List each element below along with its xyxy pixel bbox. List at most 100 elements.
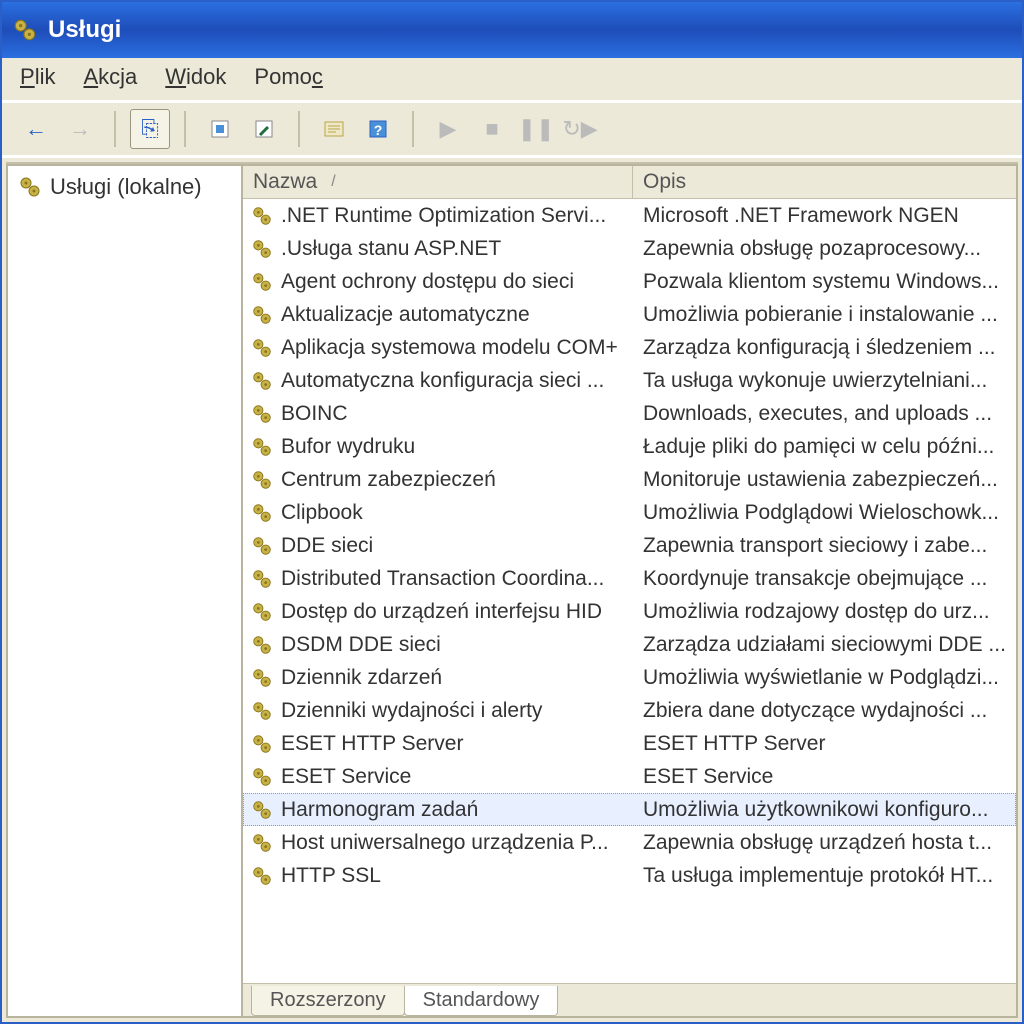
service-name: Aplikacja systemowa modelu COM+ — [281, 336, 618, 360]
gears-icon — [251, 502, 273, 524]
gears-icon — [251, 238, 273, 260]
back-button[interactable]: ← — [16, 109, 56, 149]
service-row[interactable]: Aktualizacje automatyczneUmożliwia pobie… — [243, 298, 1016, 331]
forward-button[interactable]: → — [60, 109, 100, 149]
restart-button[interactable]: ↻▶ — [560, 109, 600, 149]
gears-icon — [251, 700, 273, 722]
service-row[interactable]: Dziennik zdarzeń Umożliwia wyświetlanie w… — [243, 661, 1016, 694]
gears-icon — [251, 535, 273, 557]
properties-button[interactable] — [314, 109, 354, 149]
start-button[interactable]: ▶ — [428, 109, 468, 149]
gears-icon — [251, 766, 273, 788]
service-desc: Zarządza konfiguracją i śledzeniem ... — [633, 336, 1016, 360]
tree-root-item[interactable]: Usługi (lokalne) — [14, 172, 235, 202]
stop-button[interactable]: ■ — [472, 109, 512, 149]
service-row[interactable]: Agent ochrony dostępu do sieciPozwala kl… — [243, 265, 1016, 298]
service-list[interactable]: .NET Runtime Optimization Servi... Micros… — [243, 199, 1016, 983]
gears-icon — [251, 667, 273, 689]
gears-icon — [251, 436, 273, 458]
gears-icon — [251, 403, 273, 425]
service-name: Harmonogram zadań — [281, 798, 478, 822]
service-row[interactable]: Automatyczna konfiguracja sieci ...Ta us… — [243, 364, 1016, 397]
service-name: Automatyczna konfiguracja sieci ... — [281, 369, 604, 393]
service-row[interactable]: Harmonogram zadańUmożliwia użytkownikowi… — [243, 793, 1016, 826]
service-name: ESET HTTP Server — [281, 732, 463, 756]
window-title: Usługi — [48, 16, 121, 44]
menu-view[interactable]: Widok — [165, 64, 226, 90]
service-name: HTTP SSL — [281, 864, 381, 888]
service-row[interactable]: Host uniwersalnego urządzenia P...Zapewn… — [243, 826, 1016, 859]
service-name: Distributed Transaction Coordina... — [281, 567, 604, 591]
service-desc: Ładuje pliki do pamięci w celu późni... — [633, 435, 1016, 459]
service-row[interactable]: ClipbookUmożliwia Podglądowi Wieloschowk… — [243, 496, 1016, 529]
service-name: Clipbook — [281, 501, 363, 525]
tab-standard[interactable]: Standardowy — [404, 986, 559, 1016]
service-name: Host uniwersalnego urządzenia P... — [281, 831, 609, 855]
gears-icon — [18, 175, 42, 199]
service-row[interactable]: ESET HTTP ServerESET HTTP Server — [243, 727, 1016, 760]
service-desc: Monitoruje ustawienia zabezpieczeń... — [633, 468, 1016, 492]
toolbar: ← → ⎘ ? ▶ ■ ❚❚ ↻▶ — [2, 103, 1022, 158]
gears-icon — [251, 469, 273, 491]
service-name: .Usługa stanu ASP.NET — [281, 237, 501, 261]
service-desc: Microsoft .NET Framework NGEN — [633, 204, 1016, 228]
service-row[interactable]: DSDM DDE sieci Zarządza udziałami sieciow… — [243, 628, 1016, 661]
up-button[interactable]: ⎘ — [130, 109, 170, 149]
tree-root-label: Usługi (lokalne) — [50, 174, 202, 200]
tab-extended[interactable]: Rozszerzony — [251, 986, 405, 1016]
pause-button[interactable]: ❚❚ — [516, 109, 556, 149]
titlebar[interactable]: Usługi — [2, 2, 1022, 58]
app-icon — [12, 17, 38, 43]
service-row[interactable]: Dostęp do urządzeń interfejsu HIDUmożliw… — [243, 595, 1016, 628]
service-row[interactable]: .NET Runtime Optimization Servi... Micros… — [243, 199, 1016, 232]
service-row[interactable]: BOINCDownloads, executes, and uploads ..… — [243, 397, 1016, 430]
service-row[interactable]: Dzienniki wydajności i alertyZbiera dane… — [243, 694, 1016, 727]
gears-icon — [251, 865, 273, 887]
gears-icon — [251, 799, 273, 821]
gears-icon — [251, 634, 273, 656]
gears-icon — [251, 601, 273, 623]
menu-help[interactable]: Pomoc — [254, 64, 322, 90]
service-name: .NET Runtime Optimization Servi... — [281, 204, 606, 228]
service-name: Dziennik zdarzeń — [281, 666, 442, 690]
service-row[interactable]: Distributed Transaction Coordina... Koord… — [243, 562, 1016, 595]
gears-icon — [251, 205, 273, 227]
service-row[interactable]: Bufor wydruku Ładuje pliki do pamięci w c… — [243, 430, 1016, 463]
service-name: Dostęp do urządzeń interfejsu HID — [281, 600, 602, 624]
gears-icon — [251, 271, 273, 293]
gears-icon — [251, 568, 273, 590]
service-desc: Koordynuje transakcje obejmujące ... — [633, 567, 1016, 591]
menu-action[interactable]: Akcja — [83, 64, 137, 90]
client-area: Usługi (lokalne) Nazwa / Opis .NET Runti… — [6, 162, 1018, 1018]
menu-file[interactable]: Plik — [20, 64, 55, 90]
service-desc: ESET Service — [633, 765, 1016, 789]
service-row[interactable]: DDE sieciZapewnia transport sieciowy i z… — [243, 529, 1016, 562]
column-name-header[interactable]: Nazwa / — [243, 166, 633, 198]
service-name: Bufor wydruku — [281, 435, 415, 459]
export-button[interactable] — [244, 109, 284, 149]
service-row[interactable]: .Usługa stanu ASP.NET Zapewnia obsługę po… — [243, 232, 1016, 265]
help-button[interactable]: ? — [358, 109, 398, 149]
service-row[interactable]: Centrum zabezpieczeńMonitoruje ustawieni… — [243, 463, 1016, 496]
service-name: ESET Service — [281, 765, 411, 789]
service-name: DDE sieci — [281, 534, 373, 558]
tree-panel[interactable]: Usługi (lokalne) — [6, 164, 241, 1018]
service-row[interactable]: HTTP SSLTa usługa implementuje protokół … — [243, 859, 1016, 892]
column-desc-header[interactable]: Opis — [633, 166, 1016, 198]
service-row[interactable]: ESET Service ESET Service — [243, 760, 1016, 793]
list-panel: Nazwa / Opis .NET Runtime Optimization S… — [241, 164, 1018, 1018]
service-name: Dzienniki wydajności i alerty — [281, 699, 542, 723]
service-desc: Umożliwia wyświetlanie w Podglądzi... — [633, 666, 1016, 690]
service-desc: Umożliwia pobieranie i instalowanie ... — [633, 303, 1016, 327]
toolbar-separator — [184, 111, 186, 147]
gears-icon — [251, 832, 273, 854]
menubar: Plik Akcja Widok Pomoc — [2, 58, 1022, 103]
service-name: BOINC — [281, 402, 348, 426]
view-tabs: Rozszerzony Standardowy — [243, 983, 1016, 1016]
service-desc: Zapewnia obsługę pozaprocesowy... — [633, 237, 1016, 261]
refresh-button[interactable] — [200, 109, 240, 149]
gears-icon — [251, 733, 273, 755]
service-name: DSDM DDE sieci — [281, 633, 441, 657]
service-row[interactable]: Aplikacja systemowa modelu COM+ Zarządza … — [243, 331, 1016, 364]
service-desc: Zarządza udziałami sieciowymi DDE ... — [633, 633, 1016, 657]
